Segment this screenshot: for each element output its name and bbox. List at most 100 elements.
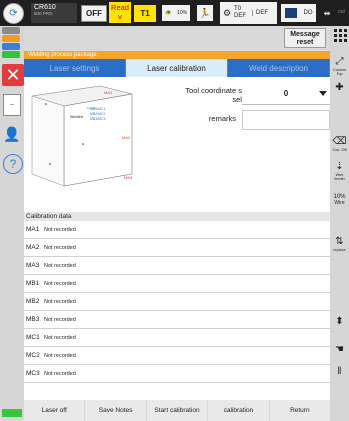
diagram-label-ma2: MA2 bbox=[122, 135, 131, 140]
calibration-status: Not recorded bbox=[44, 262, 76, 269]
step-button[interactable]: ⬍ bbox=[330, 316, 349, 328]
wire-feed-button[interactable]: ⇣ Wire feedin bbox=[330, 161, 349, 181]
calibration-status: Not recorded bbox=[44, 226, 76, 233]
calibration-status: Not recorded bbox=[44, 316, 76, 323]
status-indicator-gray bbox=[2, 27, 20, 34]
calibration-row-mc1[interactable]: MC1 Not recorded bbox=[24, 329, 330, 347]
status-indicator-blue bbox=[2, 43, 20, 50]
read-sub-label: v bbox=[118, 12, 122, 21]
pause-button[interactable]: ‖ bbox=[330, 366, 349, 378]
status-indicator-orange bbox=[2, 35, 20, 42]
calibration-status: Not recorded bbox=[44, 352, 76, 359]
running-figure-icon[interactable]: 🏃 bbox=[197, 5, 213, 21]
calibration-status: Not recorded bbox=[44, 244, 76, 251]
status-indicator-bottom bbox=[2, 409, 22, 417]
message-reset-button[interactable]: Message reset bbox=[284, 28, 326, 48]
servo-off-button[interactable]: OFF bbox=[81, 5, 107, 22]
eraser-icon: ⌫ bbox=[332, 136, 347, 147]
diagram-label-ma1: MA1 bbox=[104, 90, 113, 95]
wire-speed-button[interactable]: 10% Wire bbox=[330, 194, 349, 206]
right-toolbar: ⤢ Custom Top ✚ ⌫ Coo. Off ⇣ Wire feedin … bbox=[330, 26, 349, 421]
coordinate-off-button[interactable]: ⌫ Coo. Off bbox=[330, 136, 349, 152]
left-status-strip: ✕ ~ 👤 ? bbox=[0, 26, 24, 421]
calibration-diagram: MA1 MA2 MA3 MB1/MC1 MB2/MC2 MB3/MC3 Weld… bbox=[31, 85, 133, 187]
calibration-row-ma2[interactable]: MA2 Not recorded bbox=[24, 239, 330, 257]
footer-toolbar: Laser off Save Notes Start calibration c… bbox=[24, 400, 331, 421]
main-panel: Message reset Welding process package La… bbox=[24, 26, 331, 421]
calibration-point-name: MA1 bbox=[26, 226, 40, 233]
remarks-input[interactable] bbox=[242, 110, 330, 130]
custom-top-label: Custom Top bbox=[332, 68, 347, 76]
speed-control[interactable]: 🐢 10% bbox=[162, 5, 190, 21]
tool-number: T0 bbox=[234, 6, 242, 12]
tool-def: DEF bbox=[234, 13, 246, 19]
calibration-row-mc3[interactable]: MC3 Not recorded bbox=[24, 365, 330, 383]
calibration-row-mb1[interactable]: MB1 Not recorded bbox=[24, 275, 330, 293]
tab-laser-calibration[interactable]: Laser calibration bbox=[126, 59, 228, 77]
calibration-point-name: MB1 bbox=[26, 280, 40, 287]
calibration-status: Not recorded bbox=[44, 298, 76, 305]
refresh-icon[interactable]: ⟳ bbox=[3, 3, 24, 24]
monitor-icon[interactable]: ~ bbox=[3, 94, 21, 116]
do-icon bbox=[284, 8, 297, 18]
calibration-point-name: MA2 bbox=[26, 244, 40, 251]
turtle-icon: 🐢 bbox=[164, 10, 172, 16]
calibration-point-name: MB3 bbox=[26, 316, 40, 323]
tool-coordinate-select[interactable]: 0 bbox=[242, 83, 330, 105]
page-title: Welding process package bbox=[24, 51, 330, 59]
calibration-data-header: Calibration data bbox=[24, 212, 330, 221]
speed-value: 10% bbox=[177, 10, 188, 16]
app: ⟳ CR610 800 PRO OFF Read v T1 🐢 10% 🏃 ⚙ … bbox=[0, 0, 349, 421]
robot-name-panel[interactable]: CR610 800 PRO bbox=[31, 3, 77, 23]
read-button[interactable]: Read v bbox=[109, 2, 131, 23]
status-indicator-green bbox=[2, 51, 20, 58]
chevron-down-icon bbox=[319, 91, 327, 96]
custom-top-button[interactable]: ⤢ Custom Top bbox=[330, 56, 349, 76]
mode-t1-button[interactable]: T1 bbox=[134, 5, 156, 22]
diagram-label-ma3: MA3 bbox=[124, 175, 133, 180]
tab-laser-settings[interactable]: Laser settings bbox=[24, 59, 126, 77]
io-arrows-icon[interactable]: ⇹ bbox=[318, 5, 336, 21]
menu-grid-icon[interactable] bbox=[333, 28, 347, 42]
hand-button[interactable]: ☚ bbox=[330, 344, 349, 356]
calibration-status: Not recorded bbox=[44, 280, 76, 287]
custom-top-icon: ⤢ bbox=[335, 56, 344, 67]
calibration-row-ma3[interactable]: MA3 Not recorded bbox=[24, 257, 330, 275]
close-icon[interactable]: ✕ bbox=[2, 64, 24, 86]
jog-grid-button[interactable]: ✚ bbox=[330, 82, 349, 94]
replace-button[interactable]: ⇅ replace bbox=[330, 236, 349, 252]
calibration-point-name: MA3 bbox=[26, 262, 40, 269]
user-settings-icon[interactable]: 👤 bbox=[3, 126, 23, 148]
calibration-status: Not recorded bbox=[44, 370, 76, 377]
diagram-label-mb1: MB1/MC1 bbox=[90, 107, 106, 111]
save-notes-button[interactable]: Save Notes bbox=[85, 400, 146, 421]
tab-weld-description[interactable]: Weld description bbox=[228, 59, 330, 77]
diagram-label-mb2: MB2/MC2 bbox=[90, 112, 106, 116]
start-calibration-button[interactable]: Start calibration bbox=[146, 400, 208, 421]
wire-speed-label: Wire bbox=[334, 200, 345, 206]
pause-icon: ‖ bbox=[337, 366, 342, 377]
step-icon: ⬍ bbox=[335, 316, 344, 327]
help-icon[interactable]: ? bbox=[3, 154, 23, 174]
message-strip: Message reset bbox=[24, 26, 330, 51]
calibration-point-name: MB2 bbox=[26, 298, 40, 305]
tool-coordinate-display[interactable]: ⚙ T0 DEF DEF bbox=[220, 2, 277, 24]
replace-label: replace bbox=[333, 248, 346, 252]
read-label: Read bbox=[111, 3, 129, 12]
calibration-point-name: MC2 bbox=[26, 352, 40, 359]
return-button[interactable]: Return bbox=[269, 400, 331, 421]
do-indicator[interactable]: DO bbox=[281, 4, 316, 22]
jog-grid-icon: ✚ bbox=[335, 82, 344, 93]
calibration-row-mc2[interactable]: MC2 Not recorded bbox=[24, 347, 330, 365]
wire-feed-icon: ⇣ bbox=[335, 161, 344, 172]
calibration-point-name: MC3 bbox=[26, 370, 40, 377]
calibration-row-ma1[interactable]: MA1 Not recorded bbox=[24, 221, 330, 239]
swap-icon: ⇅ bbox=[335, 236, 344, 247]
laser-off-button[interactable]: Laser off bbox=[24, 400, 85, 421]
tab-bar: Laser settings Laser calibration Weld de… bbox=[24, 59, 330, 77]
calibration-row-mb3[interactable]: MB3 Not recorded bbox=[24, 311, 330, 329]
calibration-row-mb2[interactable]: MB2 Not recorded bbox=[24, 293, 330, 311]
out-label: out bbox=[338, 9, 345, 15]
calibration-button[interactable]: calibration bbox=[208, 400, 269, 421]
calibration-list: MA1 Not recorded MA2 Not recorded MA3 No… bbox=[24, 221, 330, 383]
